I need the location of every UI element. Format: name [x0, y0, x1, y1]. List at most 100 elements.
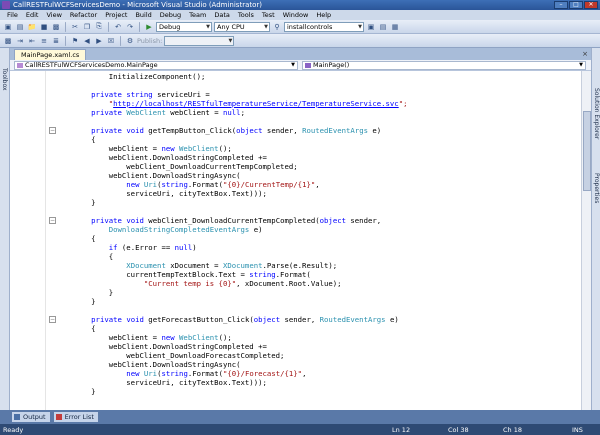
new-project-icon[interactable]: ▣ — [3, 22, 13, 32]
find-combo[interactable]: installcontrols ▼ — [284, 21, 364, 32]
code-line: webClient.DownloadStringCompleted += — [56, 342, 267, 351]
code-token: ) — [192, 243, 197, 252]
code-token: webClient.DownloadStringCompleted += — [56, 153, 267, 162]
member-select[interactable]: MainPage() ▼ — [302, 61, 586, 70]
collapse-region-icon[interactable]: − — [49, 127, 56, 134]
code-line: private void webClient_DownloadCurrentTe… — [56, 216, 381, 225]
navigation-bar: CallRESTFulWCFServicesDemo.MainPage ▼ Ma… — [10, 60, 591, 71]
redo-icon[interactable]: ↷ — [125, 22, 135, 32]
copy-icon[interactable]: ❐ — [82, 22, 92, 32]
paste-icon[interactable]: ⎘ — [94, 22, 104, 32]
cut-icon[interactable]: ✂ — [70, 22, 80, 32]
scrollbar-thumb[interactable] — [583, 111, 591, 191]
code-token: , xDocument.Root.Value); — [236, 279, 342, 288]
solution-configuration-select[interactable]: Debug ▼ — [156, 21, 212, 32]
code-token: InitializeComponent(); — [56, 72, 206, 81]
status-bar: Ready Ln 12 Col 38 Ch 18 INS — [0, 424, 600, 435]
class-select[interactable]: CallRESTFulWCFServicesDemo.MainPage ▼ — [14, 61, 298, 70]
code-token: } — [56, 297, 96, 306]
add-item-icon[interactable]: ▤ — [15, 22, 25, 32]
menu-item-tools[interactable]: Tools — [234, 11, 258, 19]
toolbox-icon[interactable]: ▦ — [390, 22, 400, 32]
tab-error-list[interactable]: Error List — [53, 412, 98, 422]
close-tab-icon[interactable]: × — [582, 50, 588, 58]
clear-bookmarks-icon[interactable]: ☒ — [106, 36, 116, 46]
toolbox-tab[interactable]: Toolbox — [1, 68, 8, 91]
solution-configuration-value: Debug — [159, 22, 181, 31]
code-token: (); — [218, 333, 232, 342]
menu-item-team[interactable]: Team — [185, 11, 210, 19]
code-token: "{0}/CurrentTemp/{1}" — [223, 180, 316, 189]
status-line: Ln 12 — [392, 426, 411, 434]
one-click-publish-icon[interactable]: ⚙ — [125, 36, 135, 46]
save-all-icon[interactable]: ▩ — [51, 22, 61, 32]
toolbar-separator — [65, 21, 66, 32]
code-area[interactable]: InitializeComponent(); private string se… — [56, 71, 576, 410]
menu-item-debug[interactable]: Debug — [156, 11, 185, 19]
solution-explorer-tab[interactable]: Solution Explorer — [593, 88, 600, 139]
menu-item-view[interactable]: View — [42, 11, 65, 19]
code-line: } — [56, 387, 95, 396]
minimize-button[interactable]: – — [554, 1, 568, 9]
menu-item-refactor[interactable]: Refactor — [66, 11, 101, 19]
menu-item-data[interactable]: Data — [210, 11, 234, 19]
code-token: { — [56, 234, 96, 243]
code-token: WebClient — [179, 333, 219, 342]
comment-icon[interactable]: ≡ — [39, 36, 49, 46]
code-line: XDocument xDocument = XDocument.Parse(e.… — [56, 261, 337, 270]
bottom-tool-tabs: Output Error List — [0, 410, 600, 424]
chevron-down-icon: ▼ — [264, 23, 268, 30]
build-icon[interactable]: ▩ — [3, 36, 13, 46]
publish-profile-select[interactable]: ▼ — [164, 35, 235, 46]
vertical-scrollbar[interactable] — [581, 71, 591, 410]
code-editor[interactable]: − − − InitializeComponent(); private strin… — [10, 71, 591, 410]
undo-icon[interactable]: ↶ — [113, 22, 123, 32]
object-browser-icon[interactable]: ▤ — [378, 22, 388, 32]
properties-icon[interactable]: ▣ — [366, 22, 376, 32]
tab-mainpage-xaml-cs[interactable]: MainPage.xaml.cs — [14, 49, 87, 60]
code-token: null — [223, 108, 241, 117]
menu-item-test[interactable]: Test — [258, 11, 279, 19]
close-button[interactable]: ✕ — [584, 1, 598, 9]
bookmark-icon[interactable]: ⚑ — [70, 36, 80, 46]
toolbox-strip[interactable]: Toolbox — [0, 48, 10, 410]
code-token: sender, — [262, 126, 303, 135]
menu-item-project[interactable]: Project — [101, 11, 131, 19]
code-token: .Parse(e.Result); — [262, 261, 338, 270]
code-token: .Format( — [275, 270, 311, 279]
collapse-region-icon[interactable]: − — [49, 316, 56, 323]
code-line: { — [56, 135, 95, 144]
code-token: webClient = — [56, 333, 162, 342]
code-line: new Uri(string.Format("{0}/Forecast/{1}"… — [56, 369, 306, 378]
menu-item-window[interactable]: Window — [279, 11, 313, 19]
tab-output[interactable]: Output — [12, 412, 50, 422]
save-icon[interactable]: ■ — [39, 22, 49, 32]
code-line: InitializeComponent(); — [56, 72, 206, 81]
properties-tab[interactable]: Properties — [593, 173, 600, 203]
find-in-files-icon[interactable]: ⚲ — [272, 22, 282, 32]
menu-item-help[interactable]: Help — [312, 11, 335, 19]
code-token: e) — [385, 315, 399, 324]
menu-item-edit[interactable]: Edit — [22, 11, 43, 19]
code-token: RoutedEventArgs — [302, 126, 368, 135]
code-token: webClient = — [56, 144, 162, 153]
collapse-region-icon[interactable]: − — [49, 217, 56, 224]
outdent-icon[interactable]: ⇤ — [27, 36, 37, 46]
next-bookmark-icon[interactable]: ▶ — [94, 36, 104, 46]
maximize-button[interactable]: □ — [569, 1, 583, 9]
status-insert-mode: INS — [572, 426, 583, 434]
code-token: WebClient — [126, 108, 166, 117]
menu-item-build[interactable]: Build — [131, 11, 155, 19]
uncomment-icon[interactable]: ≣ — [51, 36, 61, 46]
open-icon[interactable]: 📁 — [27, 22, 37, 32]
start-debugging-icon[interactable]: ▶ — [144, 22, 154, 32]
code-token: null — [174, 243, 193, 252]
prev-bookmark-icon[interactable]: ◀ — [82, 36, 92, 46]
menu-item-file[interactable]: File — [3, 11, 22, 19]
solution-platform-select[interactable]: Any CPU ▼ — [214, 21, 270, 32]
indent-icon[interactable]: ⇥ — [15, 36, 25, 46]
code-line: private string serviceUri = — [56, 90, 210, 99]
